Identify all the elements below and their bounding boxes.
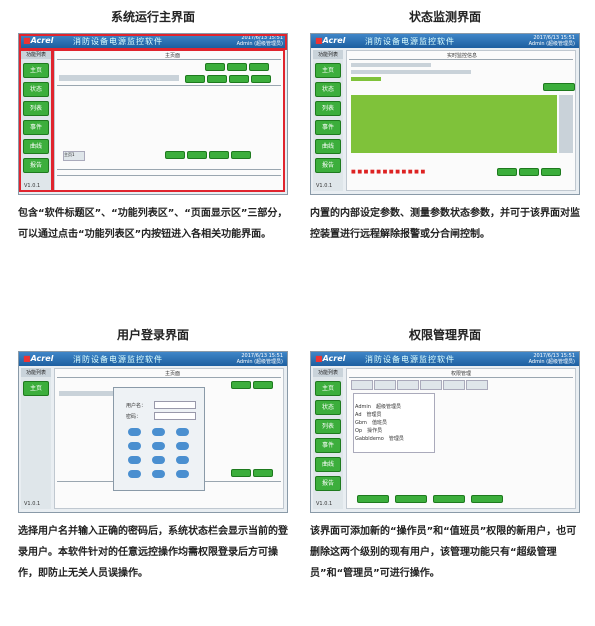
tab[interactable] xyxy=(374,380,396,390)
keypad-key[interactable] xyxy=(128,442,141,450)
screenshot-status: ■Acrel 消防设备电源监控软件 2017/6/13 15:51 Admin (… xyxy=(310,33,580,195)
page-title: 权限管理 xyxy=(451,371,472,377)
screenshot-permission: ■Acrel 消防设备电源监控软件 2017/6/13 15:51 Admin (… xyxy=(310,351,580,513)
title-bar: ■Acrel 消防设备电源监控软件 2017/6/13 15:51 Admin (… xyxy=(19,352,287,366)
nav-report-button[interactable]: 报告 xyxy=(315,158,341,173)
user-row[interactable]: Gbm 值班员 xyxy=(355,419,387,426)
page-area: 权限管理 Admin 超级管理员 Ad 管理员 Gbm 值班员 Op 操作员 G… xyxy=(346,368,576,509)
nav-status-button[interactable]: 状态 xyxy=(315,82,341,97)
user-row[interactable]: Gabbldemo 管理员 xyxy=(355,435,404,442)
tab[interactable] xyxy=(351,380,373,390)
username-select[interactable] xyxy=(154,401,196,409)
exit-management-button[interactable] xyxy=(471,495,503,503)
keypad-key[interactable] xyxy=(176,428,189,436)
page-area: 主页面 用户名： 密码： xyxy=(54,368,284,509)
tab[interactable] xyxy=(443,380,465,390)
keypad-key[interactable] xyxy=(176,470,189,478)
panel-title: 权限管理界面 xyxy=(408,328,481,342)
page-area: 实时监控信息 ■ ■ ■ ■ ■ ■ ■ ■ ■ ■ ■ ■ xyxy=(346,50,576,191)
nav-event-button[interactable]: 事件 xyxy=(315,438,341,453)
sidebar: 功能列表 主页 V1.0.1 xyxy=(21,368,51,509)
keypad-key[interactable] xyxy=(152,442,165,450)
datetime: 2017/6/13 15:51 Admin (超级管理员) xyxy=(528,353,575,365)
status-table xyxy=(351,95,557,153)
app-title: 消防设备电源监控软件 xyxy=(365,355,455,364)
password-input[interactable] xyxy=(154,412,196,420)
panel-permission-management: 权限管理界面 ■Acrel 消防设备电源监控软件 2017/6/13 15:51… xyxy=(310,326,580,584)
sidebar: 功能列表 主页 状态 列表 事件 曲线 报告 V1.0.1 xyxy=(313,368,343,509)
panel-main-interface: 系统运行主界面 ■Acrel 消防设备电源监控软件 2017/6/13 15:5… xyxy=(18,8,288,245)
title-bar: ■Acrel 消防设备电源监控软件 2017/6/13 15:51 Admin (… xyxy=(311,352,579,366)
datetime: 2017/6/13 15:51 Admin (超级管理员) xyxy=(236,353,283,365)
datetime: 2017/6/13 15:51 Admin (超级管理员) xyxy=(528,35,575,47)
password-label: 密码： xyxy=(126,414,142,420)
sidebar: 功能列表 主页 状态 列表 事件 曲线 报告 V1.0.1 xyxy=(313,50,343,191)
highlight-function-list xyxy=(19,49,53,192)
keypad-key[interactable] xyxy=(152,456,165,464)
title-bar: ■Acrel 消防设备电源监控软件 2017/6/13 15:51 Admin (… xyxy=(311,34,579,48)
panel-description: 选择用户名并输入正确的密码后，系统状态栏会显示当前的登录用户。本软件针对的任意远… xyxy=(18,526,288,579)
panel-description: 包含“软件标题区”、“功能列表区”、“页面显示区”三部分，可以通过点击“功能列表… xyxy=(18,208,288,240)
version: V1.0.1 xyxy=(316,501,333,507)
keypad-key[interactable] xyxy=(128,428,141,436)
logo: ■Acrel xyxy=(23,354,54,363)
edit-user-button[interactable] xyxy=(395,495,427,503)
nav-status-button[interactable]: 状态 xyxy=(315,400,341,415)
user-row[interactable]: Admin 超级管理员 xyxy=(355,403,401,410)
page-title: 主页面 xyxy=(165,371,181,377)
keypad-key[interactable] xyxy=(152,470,165,478)
tab[interactable] xyxy=(466,380,488,390)
nav-curve-button[interactable]: 曲线 xyxy=(315,139,341,154)
nav-curve-button[interactable]: 曲线 xyxy=(315,457,341,472)
nav-header: 功能列表 xyxy=(313,50,343,59)
panel-description: 该界面可添加新的“操作员”和“值班员”权限的新用户，也可删除这两个级别的现有用户… xyxy=(310,526,577,579)
nav-home-button[interactable]: 主页 xyxy=(315,381,341,396)
nav-header: 功能列表 xyxy=(313,368,343,377)
app-title: 消防设备电源监控软件 xyxy=(365,37,455,46)
keypad-key[interactable] xyxy=(176,456,189,464)
keypad-key[interactable] xyxy=(176,442,189,450)
tab[interactable] xyxy=(397,380,419,390)
page-title: 实时监控信息 xyxy=(447,53,478,59)
nav-header: 功能列表 xyxy=(21,368,51,377)
screenshot-login: ■Acrel 消防设备电源监控软件 2017/6/13 15:51 Admin (… xyxy=(18,351,288,513)
panel-status-monitor: 状态监测界面 ■Acrel 消防设备电源监控软件 2017/6/13 15:51… xyxy=(310,8,580,245)
nav-home-button[interactable]: 主页 xyxy=(315,63,341,78)
highlight-page-area xyxy=(52,49,285,192)
panel-title: 用户登录界面 xyxy=(116,328,189,342)
panel-title: 状态监测界面 xyxy=(408,10,481,24)
panel-description: 内置的内部设定参数、测量参数状态参数，并可于该界面对监控装置进行远程解除报警或分… xyxy=(310,208,580,240)
logo: ■Acrel xyxy=(315,36,346,45)
keypad-key[interactable] xyxy=(128,470,141,478)
nav-list-button[interactable]: 列表 xyxy=(315,419,341,434)
tab[interactable] xyxy=(420,380,442,390)
panel-user-login: 用户登录界面 ■Acrel 消防设备电源监控软件 2017/6/13 15:51… xyxy=(18,326,288,584)
nav-report-button[interactable]: 报告 xyxy=(315,476,341,491)
app-title: 消防设备电源监控软件 xyxy=(73,355,163,364)
nav-list-button[interactable]: 列表 xyxy=(315,101,341,116)
delete-user-button[interactable] xyxy=(433,495,465,503)
logo: ■Acrel xyxy=(315,354,346,363)
user-row[interactable]: Ad 管理员 xyxy=(355,411,382,418)
username-label: 用户名： xyxy=(126,403,147,409)
add-user-button[interactable] xyxy=(357,495,389,503)
login-dialog: 用户名： 密码： xyxy=(113,387,205,491)
version: V1.0.1 xyxy=(24,501,41,507)
keypad-key[interactable] xyxy=(128,456,141,464)
nav-event-button[interactable]: 事件 xyxy=(315,120,341,135)
version: V1.0.1 xyxy=(316,183,333,189)
screenshot-main: ■Acrel 消防设备电源监控软件 2017/6/13 15:51 Admin (… xyxy=(18,33,288,195)
nav-home-button[interactable]: 主页 xyxy=(23,381,49,396)
user-row[interactable]: Op 操作员 xyxy=(355,427,382,434)
panel-title: 系统运行主界面 xyxy=(110,10,195,24)
highlight-title-area xyxy=(19,34,287,50)
keypad-key[interactable] xyxy=(152,428,165,436)
